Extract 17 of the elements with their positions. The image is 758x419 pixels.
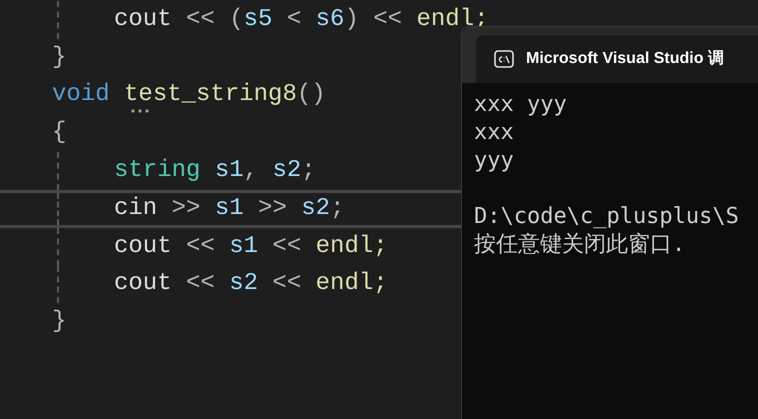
console-tab[interactable]: Microsoft Visual Studio 调: [476, 35, 758, 83]
console-icon: [494, 50, 514, 68]
console-output-line: D:\code\c_plusplus\S: [474, 203, 740, 231]
code-line: }: [52, 310, 66, 334]
console-output-line: 按任意键关闭此窗口.: [474, 231, 686, 259]
code-line: string s1, s2;: [114, 159, 316, 184]
code-line: cout << s2 << endl;: [114, 272, 388, 296]
code-line: }: [52, 46, 66, 70]
code-line: cout << (s5 < s6) << endl;: [114, 8, 488, 32]
console-output-line: yyy: [474, 147, 515, 175]
code-line: cin >> s1 >> s2;: [114, 196, 344, 221]
code-line: {: [52, 121, 66, 146]
console-output-line: xxx: [474, 119, 515, 147]
code-line: void test_string8(): [52, 83, 326, 108]
console-title: Microsoft Visual Studio 调: [526, 48, 724, 69]
console-output-line: xxx yyy: [474, 91, 568, 119]
code-line: cout << s1 << endl;: [114, 234, 388, 259]
